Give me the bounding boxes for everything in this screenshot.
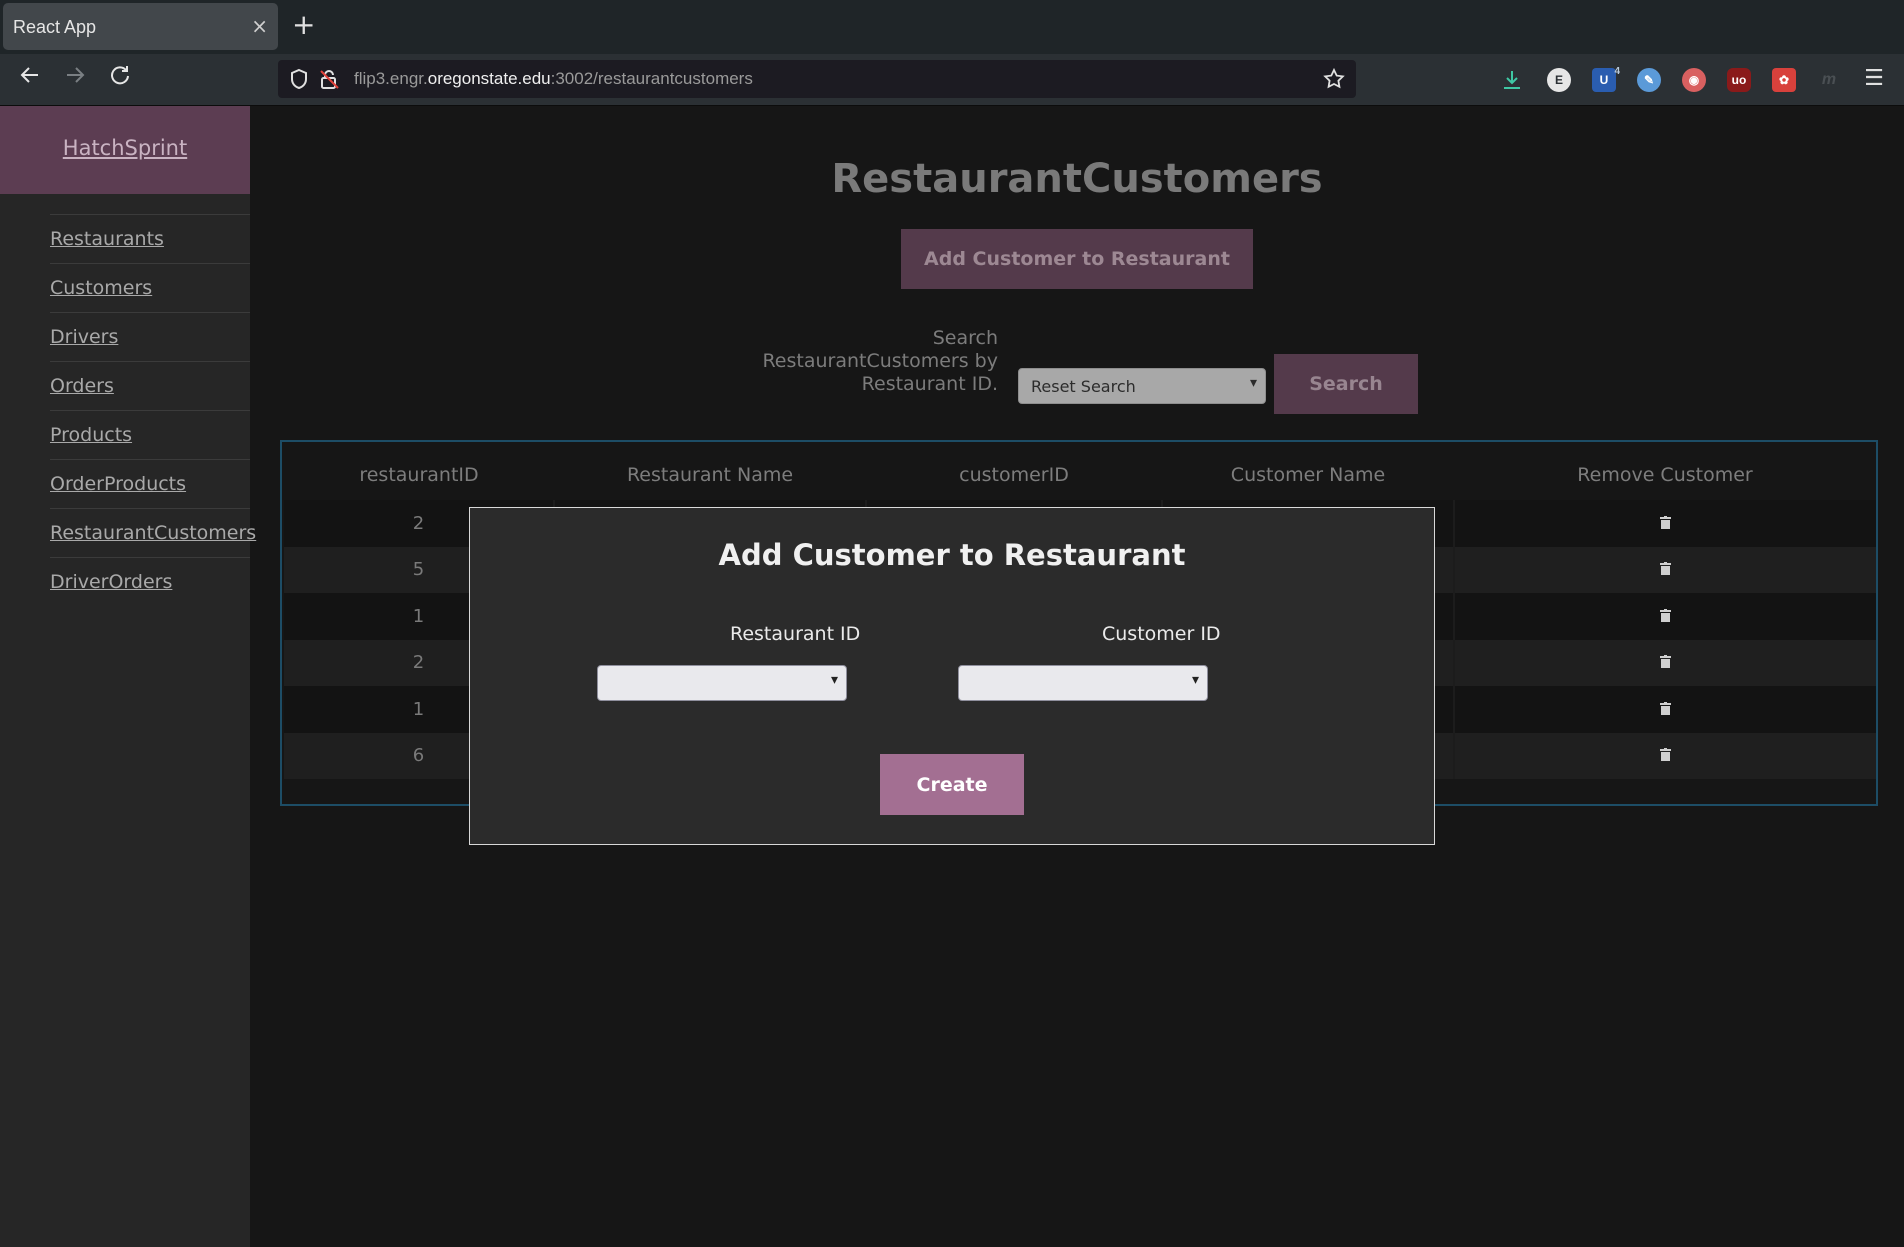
extension-e-icon[interactable]: E bbox=[1547, 68, 1571, 92]
remove-cell bbox=[1453, 639, 1876, 686]
trash-icon[interactable] bbox=[1660, 606, 1671, 622]
bookmark-star-icon[interactable] bbox=[1322, 67, 1346, 91]
add-customer-modal: Add Customer to Restaurant Restaurant ID… bbox=[469, 507, 1435, 845]
extension-pen-icon[interactable]: ✎ bbox=[1637, 68, 1661, 92]
url-bar[interactable]: flip3.engr.oregonstate.edu:3002/restaura… bbox=[278, 60, 1356, 98]
reload-icon[interactable] bbox=[104, 64, 136, 96]
sidebar-link-orders[interactable]: Orders bbox=[50, 375, 114, 397]
create-button[interactable]: Create bbox=[880, 754, 1024, 815]
sidebar-item-restaurantcustomers: RestaurantCustomers bbox=[50, 508, 256, 557]
sidebar-link-orderproducts[interactable]: OrderProducts bbox=[50, 473, 186, 495]
trash-icon[interactable] bbox=[1660, 559, 1671, 576]
url-host-prefix: flip3.engr. bbox=[354, 69, 428, 88]
column-header: Restaurant Name bbox=[626, 464, 794, 486]
tab-close-icon[interactable]: × bbox=[251, 14, 268, 38]
tab-title: React App bbox=[13, 17, 97, 37]
sidebar-item-driverorders: DriverOrders bbox=[50, 557, 250, 606]
page-title: RestaurantCustomers bbox=[831, 156, 1323, 202]
sidebar-item-products: Products bbox=[50, 410, 250, 459]
sidebar-item-orders: Orders bbox=[50, 361, 250, 410]
search-restaurant-select[interactable]: Reset Search ▾ bbox=[1018, 368, 1266, 404]
extension-magnet-icon[interactable]: U4 bbox=[1592, 66, 1620, 92]
chevron-down-icon: ▾ bbox=[830, 672, 838, 688]
shield-icon[interactable] bbox=[288, 68, 310, 90]
remove-cell bbox=[1453, 500, 1876, 547]
extension-puzzle-icon[interactable]: ✿ bbox=[1772, 68, 1796, 92]
search-label: Search RestaurantCustomers by Restaurant… bbox=[750, 327, 998, 396]
back-arrow-icon[interactable] bbox=[14, 64, 46, 96]
remove-cell bbox=[1453, 593, 1876, 640]
forward-arrow-icon[interactable] bbox=[59, 64, 91, 96]
column-header: Customer Name bbox=[1230, 464, 1386, 486]
sidebar-link-driverorders[interactable]: DriverOrders bbox=[50, 571, 172, 593]
chevron-down-icon: ▾ bbox=[1249, 375, 1257, 391]
search-label-line: Restaurant ID. bbox=[861, 373, 998, 395]
sidebar-item-customers: Customers bbox=[50, 263, 250, 312]
remove-cell bbox=[1453, 732, 1876, 779]
new-tab-icon[interactable]: + bbox=[292, 10, 315, 40]
download-icon[interactable] bbox=[1500, 68, 1524, 92]
remove-cell bbox=[1453, 686, 1876, 733]
sidebar-item-drivers: Drivers bbox=[50, 312, 250, 361]
column-header: customerID bbox=[959, 464, 1069, 486]
remove-cell bbox=[1453, 546, 1876, 593]
sidebar-item-orderproducts: OrderProducts bbox=[50, 459, 250, 508]
brand-header: HatchSprint bbox=[0, 106, 250, 194]
customer-id-select[interactable]: ▾ bbox=[958, 665, 1208, 701]
sidebar-nav: Restaurants Customers Drivers Orders Pro… bbox=[50, 214, 256, 606]
brand-link[interactable]: HatchSprint bbox=[63, 136, 187, 160]
trash-icon[interactable] bbox=[1660, 513, 1671, 529]
hamburger-menu-icon[interactable]: ☰ bbox=[1862, 68, 1886, 92]
extension-badge: 4 bbox=[1614, 66, 1620, 77]
sidebar-link-restaurantcustomers[interactable]: RestaurantCustomers bbox=[50, 522, 256, 544]
trash-icon[interactable] bbox=[1660, 745, 1671, 762]
restaurant-id-select[interactable]: ▾ bbox=[597, 665, 847, 701]
ublock-origin-icon[interactable]: uo bbox=[1727, 68, 1751, 92]
extension-eyes-icon[interactable]: ◉ bbox=[1682, 68, 1706, 92]
chevron-down-icon: ▾ bbox=[1191, 672, 1199, 688]
extension-m-icon[interactable]: m bbox=[1817, 68, 1841, 92]
sidebar-item-restaurants: Restaurants bbox=[50, 214, 250, 263]
browser-nav-bar: flip3.engr.oregonstate.edu:3002/restaura… bbox=[0, 54, 1904, 106]
customer-id-label: Customer ID bbox=[1102, 623, 1221, 645]
sidebar-link-drivers[interactable]: Drivers bbox=[50, 326, 118, 348]
add-customer-button[interactable]: Add Customer to Restaurant bbox=[901, 229, 1253, 289]
trash-icon[interactable] bbox=[1660, 699, 1671, 715]
sidebar-link-restaurants[interactable]: Restaurants bbox=[50, 228, 164, 250]
url-path: :3002/restaurantcustomers bbox=[550, 69, 753, 88]
sidebar-link-customers[interactable]: Customers bbox=[50, 277, 152, 299]
url-text: flip3.engr.oregonstate.edu:3002/restaura… bbox=[354, 69, 753, 89]
sidebar-link-products[interactable]: Products bbox=[50, 424, 132, 446]
search-label-line: RestaurantCustomers by bbox=[762, 350, 998, 372]
browser-tab[interactable]: React App × bbox=[3, 3, 278, 50]
trash-icon[interactable] bbox=[1660, 652, 1671, 669]
search-label-line: Search bbox=[932, 327, 998, 349]
url-host-domain: oregonstate.edu bbox=[427, 69, 551, 88]
restaurant-id-label: Restaurant ID bbox=[730, 623, 861, 645]
browser-tab-bar: React App × + bbox=[0, 0, 1904, 54]
modal-title: Add Customer to Restaurant bbox=[718, 538, 1186, 572]
insecure-lock-icon[interactable] bbox=[318, 68, 340, 90]
search-button[interactable]: Search bbox=[1274, 354, 1418, 414]
column-header: Remove Customer bbox=[1577, 464, 1753, 486]
sidebar: HatchSprint Restaurants Customers Driver… bbox=[0, 106, 256, 1247]
search-select-value: Reset Search bbox=[1031, 377, 1136, 396]
table-header-row: restaurantID Restaurant Name customerID … bbox=[284, 450, 1876, 500]
column-header: restaurantID bbox=[359, 464, 479, 486]
